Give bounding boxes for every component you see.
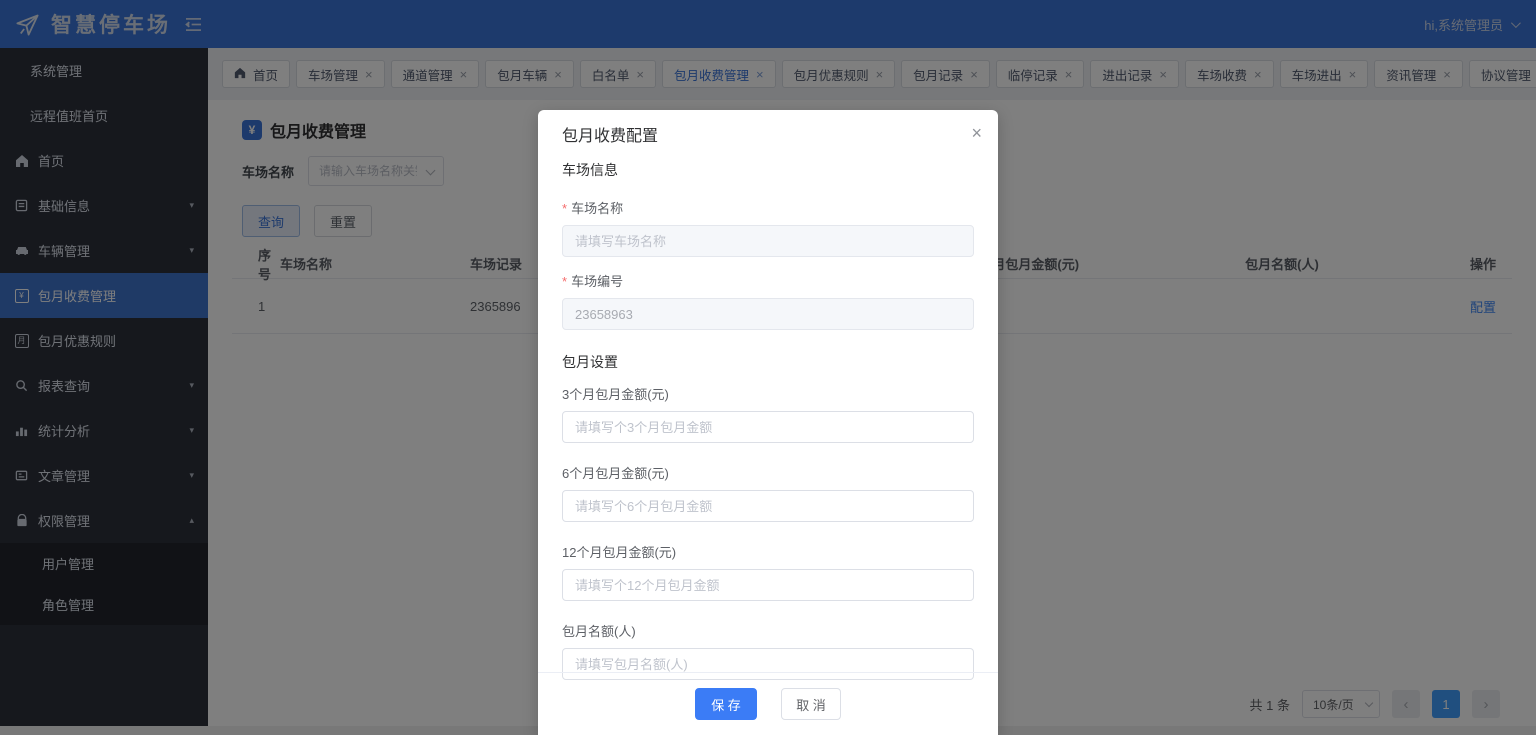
section-park-info: 车场信息: [562, 162, 618, 178]
field-label-6month-amount: 6个月包月金额(元): [562, 466, 669, 481]
park-name-field[interactable]: [562, 225, 974, 257]
field-label-12month-amount: 12个月包月金额(元): [562, 545, 677, 560]
monthly-fee-config-dialog: × 包月收费配置 车场信息 *车场名称 *车场编号 包月设置 3个月包月金额(元…: [538, 110, 998, 735]
field-label-3month-amount: 3个月包月金额(元): [562, 387, 669, 402]
dialog-footer: 保 存 取 消: [538, 672, 998, 735]
app-window: 智慧停车场 hi,系统管理员 系统管理 远程值班首页 首页: [0, 0, 1536, 735]
amount-6month-field[interactable]: [562, 490, 974, 522]
required-asterisk: *: [562, 274, 568, 289]
field-label-park-code: * 车场编号: [562, 274, 624, 289]
section-monthly-settings: 包月设置: [562, 354, 618, 370]
amount-3month-field[interactable]: [562, 411, 974, 443]
field-label-park-name: * 车场名称: [562, 201, 624, 216]
required-asterisk: *: [562, 201, 568, 216]
close-icon[interactable]: ×: [971, 124, 982, 142]
field-label-quota: 包月名额(人): [562, 624, 636, 639]
cancel-button[interactable]: 取 消: [781, 688, 841, 720]
amount-12month-field[interactable]: [562, 569, 974, 601]
save-button[interactable]: 保 存: [695, 688, 757, 720]
park-code-field[interactable]: [562, 298, 974, 330]
dialog-title: 包月收费配置: [562, 128, 659, 145]
